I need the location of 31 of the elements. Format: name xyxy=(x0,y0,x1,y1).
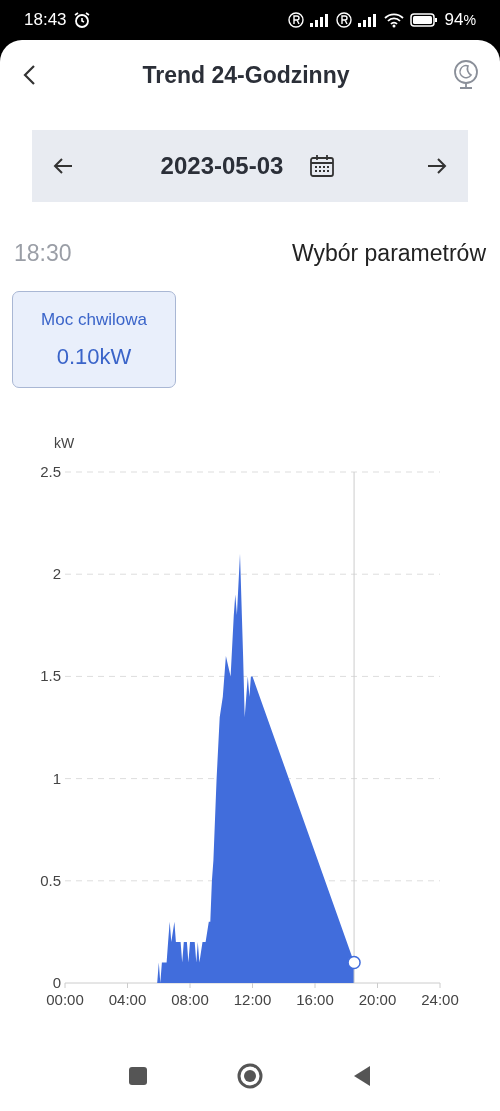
x-axis-label: 16:00 xyxy=(296,991,334,1008)
battery-icon xyxy=(410,13,439,27)
y-axis-label: 1.5 xyxy=(40,667,61,685)
metric-card[interactable]: Moc chwilowa 0.10kW xyxy=(12,291,176,388)
x-axis-label: 08:00 xyxy=(171,991,209,1008)
y-axis-label: 0.5 xyxy=(40,871,61,889)
signal-icon xyxy=(310,13,331,27)
y-axis-label: 2.5 xyxy=(40,463,61,480)
metric-label: Moc chwilowa xyxy=(41,309,147,330)
page-title: Trend 24-Godzinny xyxy=(142,61,350,89)
y-axis-label: 2 xyxy=(52,565,61,583)
alarm-clock-icon xyxy=(72,11,91,29)
axis-unit: kW xyxy=(54,435,75,451)
parameter-selection-link[interactable]: Wybór parametrów xyxy=(291,240,486,267)
wifi-icon xyxy=(384,12,405,28)
x-axis-label: 20:00 xyxy=(358,991,397,1008)
y-axis-label: 1 xyxy=(52,769,61,787)
x-axis-label: 04:00 xyxy=(108,991,147,1008)
x-axis-label: 00:00 xyxy=(46,991,84,1008)
x-axis-label: 24:00 xyxy=(421,991,459,1008)
signal-icon xyxy=(358,13,379,27)
clock-time: 18:43 xyxy=(24,10,67,30)
y-axis-label: 0 xyxy=(52,974,61,991)
roaming-icon xyxy=(288,12,305,28)
roaming-icon xyxy=(336,12,353,28)
metric-value: 0.10kW xyxy=(56,343,132,370)
cursor-point xyxy=(347,955,361,970)
date-text: 2023-05-03 xyxy=(160,152,284,180)
x-axis-label: 12:00 xyxy=(233,991,272,1008)
battery-percentage: 94% xyxy=(444,10,476,30)
selected-time: 18:30 xyxy=(14,240,72,267)
